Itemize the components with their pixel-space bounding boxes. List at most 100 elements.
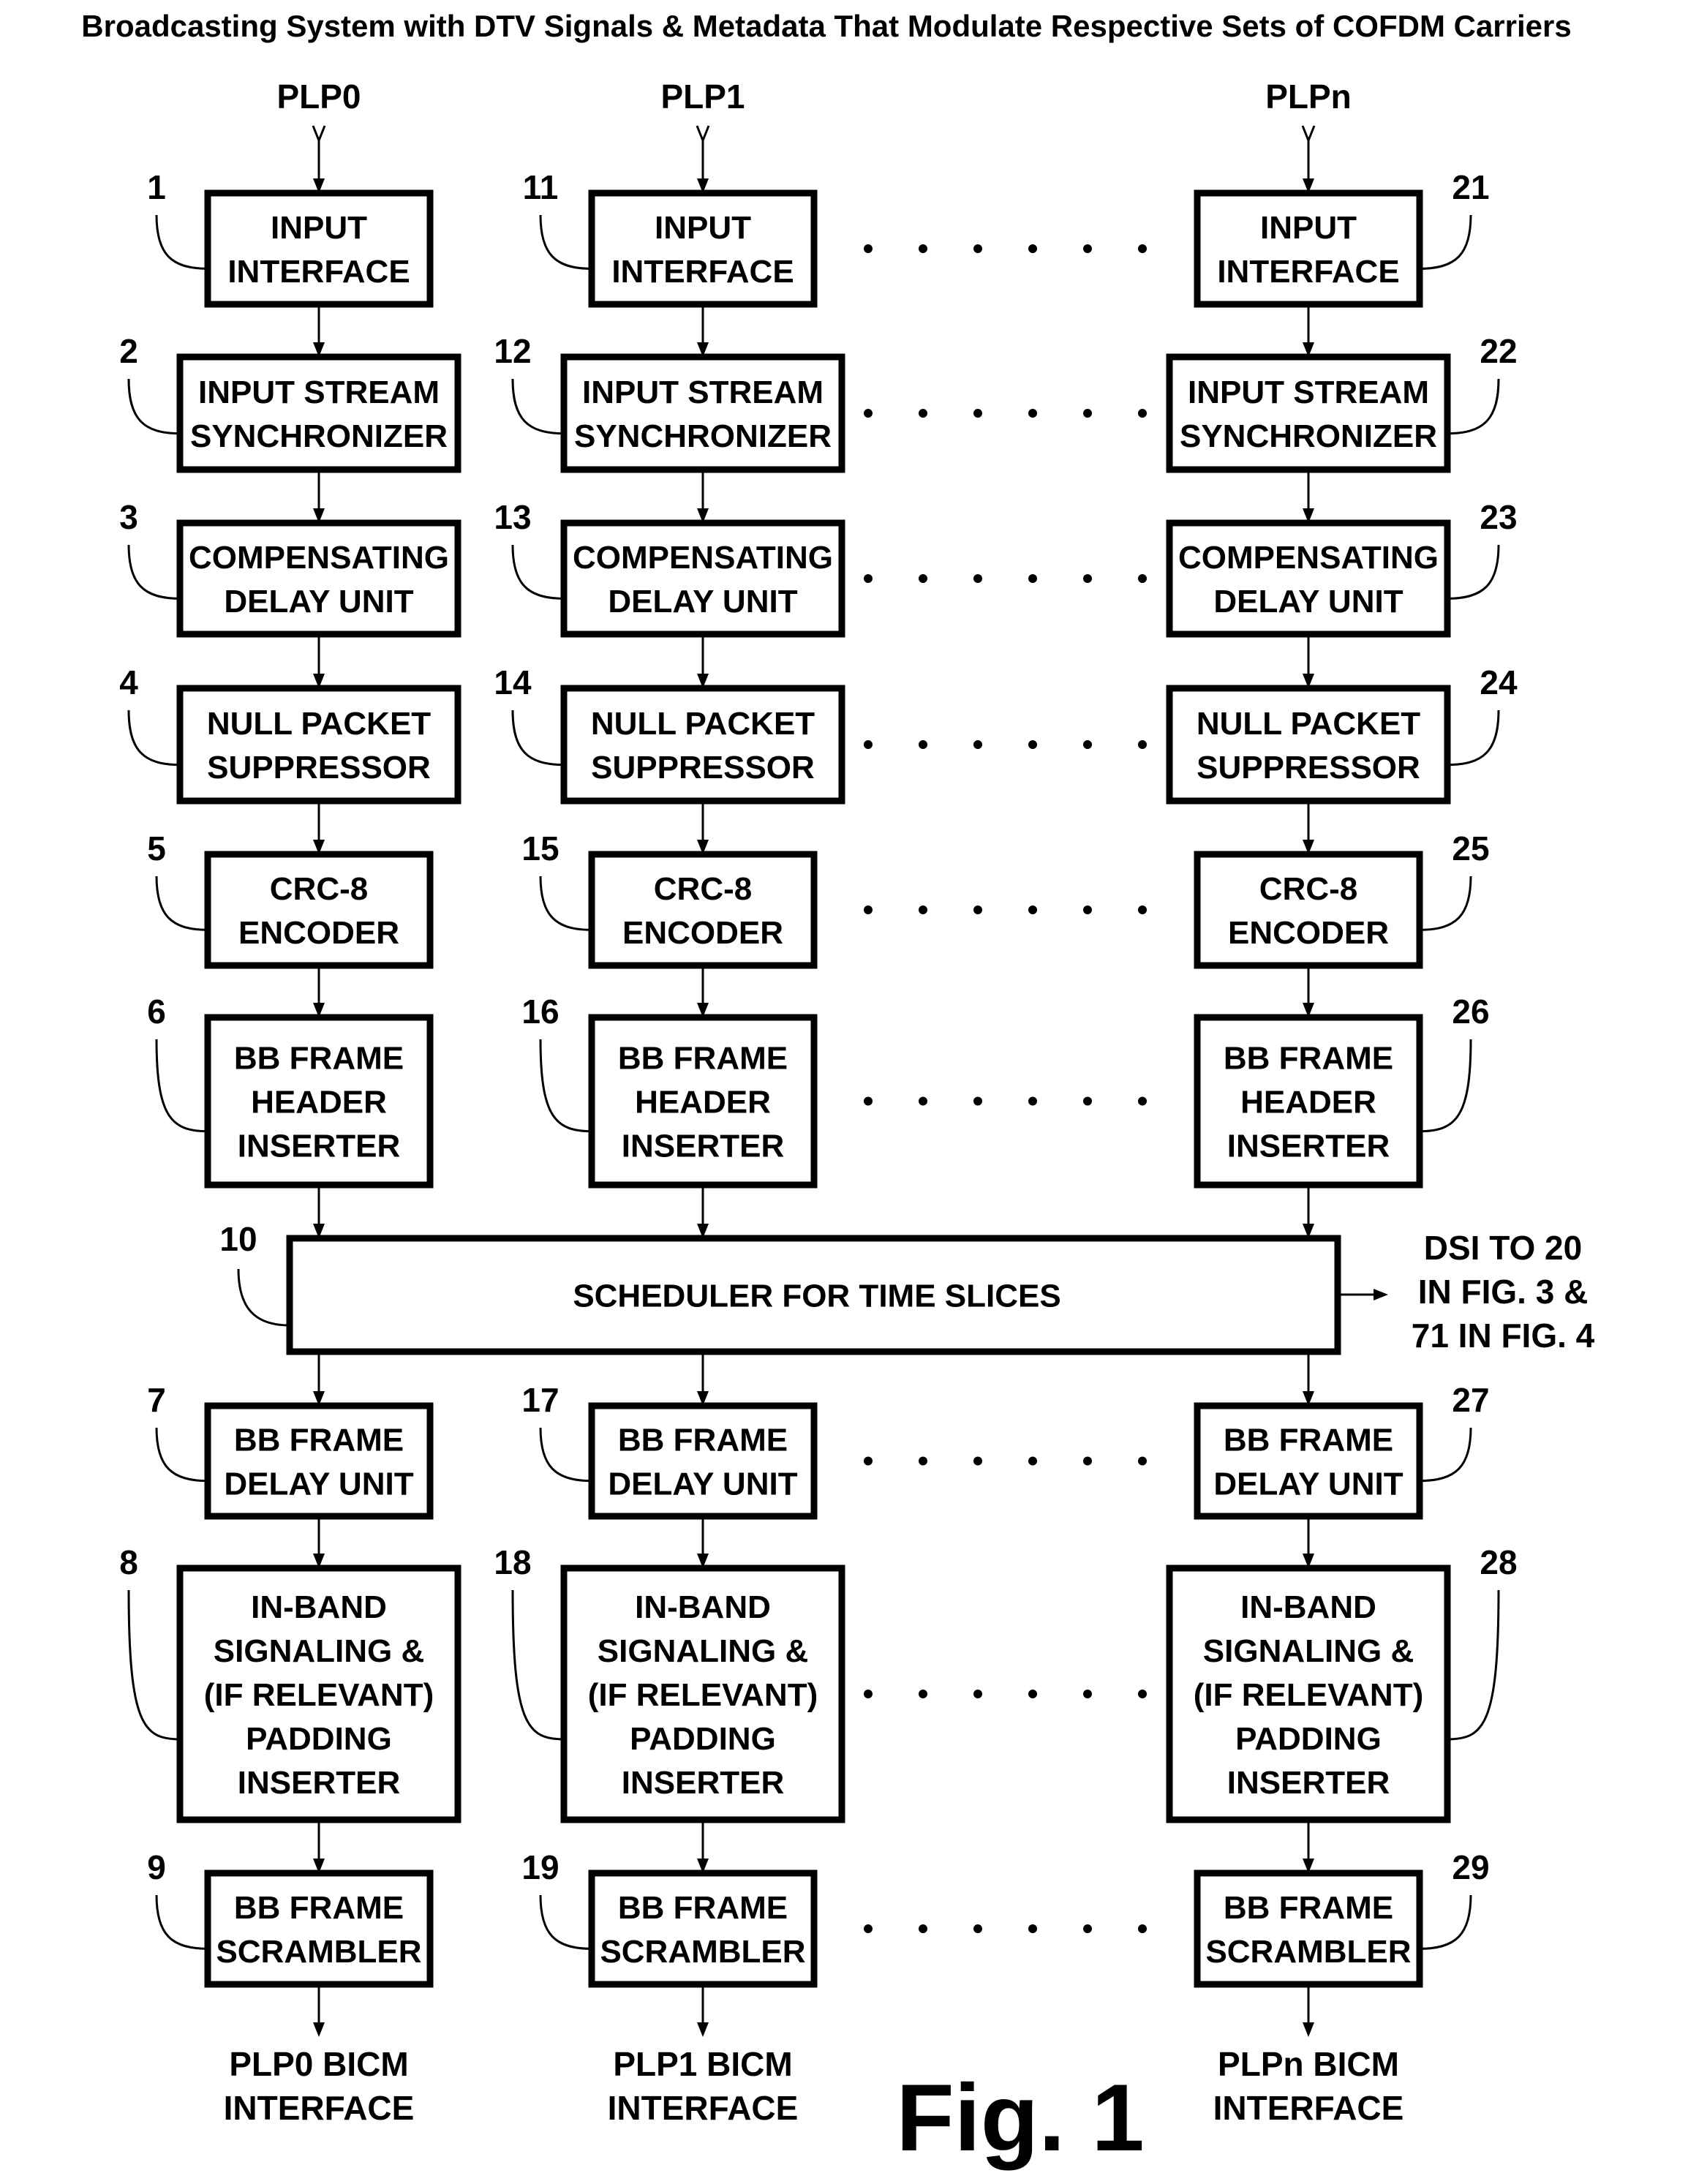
block-2-label: SYNCHRONIZER	[190, 418, 448, 454]
row-0-ellipsis-dot	[973, 244, 982, 253]
dsi-arrow-head	[1374, 1289, 1388, 1300]
block-19-ref-number: 19	[521, 1848, 559, 1886]
block-28-leader-line	[1447, 1589, 1500, 1741]
block-18-leader-line	[511, 1589, 565, 1741]
block-4-ref-number: 4	[119, 663, 138, 701]
block-11-leader-line	[539, 214, 592, 270]
lower-row-2-ellipsis-dot	[1138, 1924, 1147, 1933]
block-4-label: NULL PACKET	[207, 706, 431, 742]
input-antenna-icon	[1301, 125, 1316, 144]
block-1-leader-line	[155, 214, 208, 270]
block-27-label: DELAY UNIT	[1213, 1466, 1403, 1502]
block-16-ref-number: 16	[521, 993, 559, 1031]
lower-row-0-ellipsis-dot	[1083, 1456, 1092, 1466]
block-29-leader-line	[1419, 1894, 1472, 1950]
row-0-ellipsis-dot	[919, 244, 927, 253]
block-11-ref-number: 11	[523, 168, 559, 206]
lower-row-1-ellipsis-dot	[919, 1690, 927, 1698]
lower-row-1-ellipsis-dot	[1028, 1690, 1037, 1698]
row-5-ellipsis-dot	[919, 1096, 927, 1106]
figure-title: Broadcasting System with DTV Signals & M…	[81, 9, 1571, 43]
row-0-ellipsis-dot	[1138, 244, 1147, 253]
block-4-label: SUPPRESSOR	[207, 750, 431, 786]
block-21-ref-number: 21	[1452, 168, 1489, 206]
row-2-ellipsis-dot	[864, 574, 873, 583]
block-15-label: CRC-8	[654, 871, 752, 907]
block-14-label: SUPPRESSOR	[591, 750, 815, 786]
lower-row-0-ellipsis-dot	[973, 1456, 982, 1466]
block-13-ref-number: 13	[494, 498, 531, 536]
input-antenna-icon	[696, 125, 710, 144]
block-28-label: INSERTER	[1227, 1765, 1390, 1801]
lower-row-1-ellipsis-dot	[1138, 1690, 1147, 1698]
block-27-leader-line	[1419, 1427, 1472, 1483]
output-label-1: PLP1 BICM	[613, 2045, 792, 2083]
block-15-label: ENCODER	[622, 915, 783, 951]
block-23-ref-number: 23	[1480, 498, 1517, 536]
input-antenna-icon	[312, 125, 326, 144]
lower-row-2-ellipsis-dot	[1028, 1924, 1037, 1933]
dsi-note: IN FIG. 3 &	[1418, 1273, 1589, 1311]
block-18-label: IN-BAND	[635, 1589, 771, 1625]
block-25-ref-number: 25	[1452, 829, 1489, 867]
block-15-ref-number: 15	[521, 829, 559, 867]
block-8-label: IN-BAND	[251, 1589, 387, 1625]
block-8-label: (IF RELEVANT)	[204, 1677, 434, 1713]
row-5-ellipsis-dot	[1138, 1096, 1147, 1106]
block-12-label: INPUT STREAM	[582, 374, 824, 410]
row-5-ellipsis-dot	[1083, 1096, 1092, 1106]
lower-row-2-ellipsis-dot	[1083, 1924, 1092, 1933]
block-27-ref-number: 27	[1452, 1381, 1489, 1419]
block-24-ref-number: 24	[1480, 663, 1518, 701]
block-22-label: INPUT STREAM	[1188, 374, 1429, 410]
block-5-label: CRC-8	[270, 871, 368, 907]
block-26-label: HEADER	[1240, 1085, 1376, 1121]
block-3-ref-number: 3	[119, 498, 138, 536]
block-28-label: SIGNALING &	[1203, 1633, 1414, 1669]
flow-arrow-head	[1303, 2022, 1314, 2037]
block-6-label: HEADER	[251, 1085, 387, 1121]
block-15-leader-line	[539, 876, 592, 931]
block-9-label: SCRAMBLER	[216, 1934, 421, 1970]
row-2-ellipsis-dot	[1138, 574, 1147, 583]
block-13-leader-line	[511, 544, 565, 600]
block-11-label: INTERFACE	[611, 254, 794, 290]
block-13-label: COMPENSATING	[573, 540, 833, 576]
block-1-label: INTERFACE	[227, 254, 410, 290]
block-6-label: BB FRAME	[234, 1041, 404, 1077]
block-13-label: DELAY UNIT	[608, 584, 797, 620]
row-5-ellipsis-dot	[973, 1096, 982, 1106]
block-22-leader-line	[1447, 378, 1500, 435]
output-label-1: INTERFACE	[608, 2089, 799, 2127]
block-2-label: INPUT STREAM	[198, 374, 440, 410]
row-4-ellipsis-dot	[1028, 905, 1037, 914]
block-21-leader-line	[1419, 214, 1472, 270]
block-2-leader-line	[127, 378, 181, 435]
row-1-ellipsis-dot	[1028, 409, 1037, 418]
block-18-label: PADDING	[630, 1721, 776, 1757]
lower-row-2-ellipsis-dot	[919, 1924, 927, 1933]
lower-row-0-ellipsis-dot	[919, 1456, 927, 1466]
block-19-label: SCRAMBLER	[600, 1934, 805, 1970]
row-4-ellipsis-dot	[1138, 905, 1147, 914]
lower-row-0-ellipsis-dot	[1138, 1456, 1147, 1466]
block-28-ref-number: 28	[1480, 1543, 1517, 1581]
block-28-label: (IF RELEVANT)	[1194, 1677, 1424, 1713]
block-26-label: INSERTER	[1227, 1129, 1390, 1164]
block-3-label: DELAY UNIT	[224, 584, 413, 620]
block-27-label: BB FRAME	[1224, 1423, 1393, 1458]
block-2-ref-number: 2	[119, 332, 138, 370]
block-16-label: BB FRAME	[618, 1041, 788, 1077]
block-29-label: BB FRAME	[1224, 1890, 1393, 1926]
block-23-label: COMPENSATING	[1178, 540, 1439, 576]
block-8-ref-number: 8	[119, 1543, 138, 1581]
block-3-leader-line	[127, 544, 181, 600]
block-9-label: BB FRAME	[234, 1890, 404, 1926]
block-26-ref-number: 26	[1452, 993, 1489, 1031]
block-1-label: INPUT	[271, 210, 367, 246]
block-17-label: BB FRAME	[618, 1423, 788, 1458]
scheduler-leader-line	[237, 1268, 290, 1327]
block-14-label: NULL PACKET	[591, 706, 815, 742]
block-18-label: INSERTER	[622, 1765, 784, 1801]
block-14-leader-line	[511, 709, 565, 767]
